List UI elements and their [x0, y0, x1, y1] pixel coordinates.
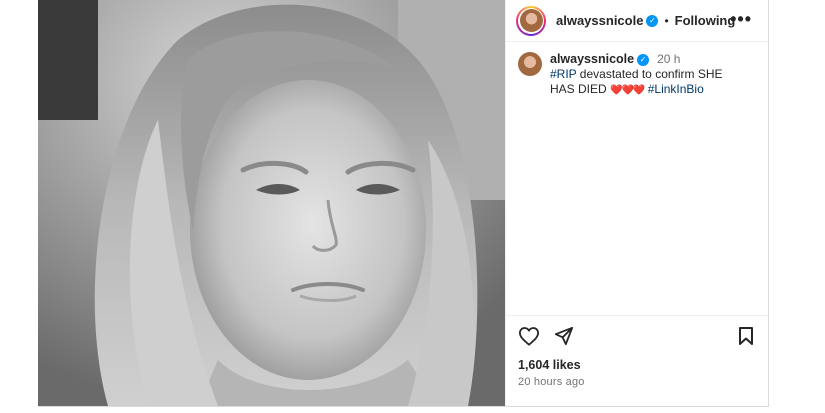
post-actions: 1,604 likes 20 hours ago: [506, 315, 768, 406]
verified-badge-icon: ✓: [646, 14, 659, 27]
posted-time: 20 hours ago: [518, 376, 585, 388]
verified-badge-icon: ✓: [637, 53, 650, 66]
author-username[interactable]: alwayssnicole: [556, 13, 643, 28]
likes-count[interactable]: 1,604 likes: [518, 358, 754, 372]
hashtag-rip[interactable]: #RIP: [550, 67, 576, 81]
caption-body: #RIP devastated to confirm SHE HAS DIED …: [550, 67, 750, 98]
separator-dot: •: [664, 13, 669, 28]
story-ring[interactable]: [516, 5, 546, 36]
following-button[interactable]: Following: [675, 13, 736, 28]
caption-username[interactable]: alwayssnicole: [550, 52, 634, 67]
save-bookmark-icon[interactable]: [738, 326, 754, 346]
post-header: alwayssnicole ✓ • Following •••: [506, 0, 768, 42]
post-image[interactable]: [38, 0, 505, 406]
post-sidebar: alwayssnicole ✓ • Following ••• alwayssn…: [505, 0, 768, 406]
hashtag-linkinbio[interactable]: #LinkInBio: [648, 82, 704, 96]
share-paper-plane-icon[interactable]: [554, 326, 574, 346]
portrait-photo: [38, 0, 505, 406]
like-heart-icon[interactable]: [518, 326, 540, 346]
more-options-icon[interactable]: •••: [730, 10, 752, 28]
caption-time: 20 h: [657, 52, 681, 66]
caption-avatar[interactable]: [518, 52, 542, 76]
instagram-post: alwayssnicole ✓ • Following ••• alwayssn…: [38, 0, 769, 407]
caption: alwayssnicole ✓ 20 h #RIP devastated to …: [550, 52, 750, 315]
author-avatar: [519, 9, 543, 32]
hearts-emoji: ❤️❤️❤️: [610, 85, 645, 96]
caption-section: alwayssnicole ✓ 20 h #RIP devastated to …: [506, 42, 768, 315]
